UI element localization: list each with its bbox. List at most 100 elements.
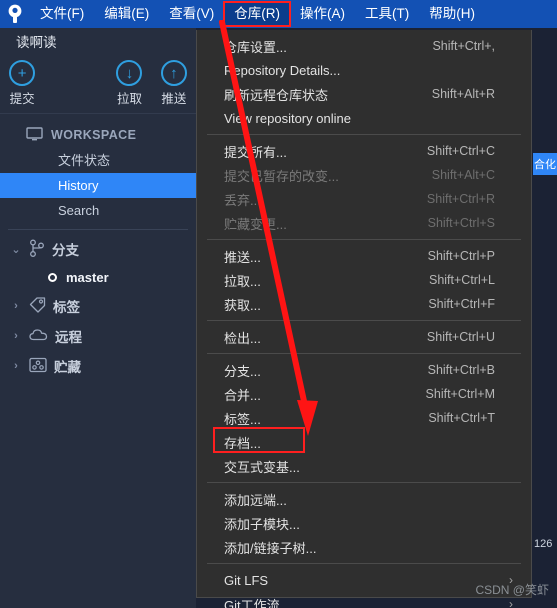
background-label-partial-2: 126	[534, 538, 553, 550]
menubar-item-edit[interactable]: 编辑(E)	[95, 3, 158, 25]
sourcetree-logo-icon	[0, 0, 30, 28]
menu-separator	[207, 239, 521, 240]
menu-item-merge[interactable]: 合并... Shift+Ctrl+M	[197, 382, 531, 406]
menu-item-discard: 丢弃... Shift+Ctrl+R	[197, 187, 531, 211]
menu-item-stash-changes: 贮藏变更... Shift+Ctrl+S	[197, 211, 531, 235]
menu-item-label: 提交已暂存的改变...	[224, 168, 339, 184]
commit-button-label: 提交	[9, 92, 35, 106]
chevron-down-icon[interactable]: ⌄	[10, 243, 22, 256]
menu-item-label: 标签...	[224, 411, 261, 427]
menu-item-pull[interactable]: 拉取... Shift+Ctrl+L	[197, 268, 531, 292]
menu-item-shortcut: Shift+Ctrl+P	[427, 249, 495, 263]
sidebar-tree-stashes-label: 贮藏	[54, 360, 81, 375]
sidebar-branch-master[interactable]: master	[0, 264, 196, 291]
menu-item-branch[interactable]: 分支... Shift+Ctrl+B	[197, 358, 531, 382]
menu-item-label: 贮藏变更...	[224, 216, 287, 232]
menu-item-shortcut: Shift+Ctrl+U	[426, 330, 495, 344]
cloud-icon	[29, 328, 48, 345]
sidebar-tree-tags-label: 标签	[53, 300, 80, 315]
push-button[interactable]: ↑ 推送	[152, 60, 196, 107]
menubar-item-help[interactable]: 帮助(H)	[420, 3, 484, 25]
menu-item-label: 拉取...	[224, 273, 261, 289]
pull-button[interactable]: ↓ 拉取	[107, 60, 151, 107]
menubar-item-repository[interactable]: 仓库(R)	[225, 3, 289, 25]
menu-item-interactive-rebase[interactable]: 交互式变基...	[197, 454, 531, 478]
repository-title: 读啊读	[0, 28, 196, 58]
current-branch-dot-icon	[48, 273, 57, 282]
menu-item-label: Repository Details...	[224, 62, 341, 78]
sidebar-item-search[interactable]: Search	[0, 198, 196, 223]
menu-item-repository-details[interactable]: Repository Details...	[197, 58, 531, 82]
menu-item-label: 仓库设置...	[224, 39, 287, 55]
menu-item-label: View repository online	[224, 110, 351, 126]
menu-separator	[207, 482, 521, 483]
menu-separator	[207, 320, 521, 321]
menu-item-label: Git工作流	[224, 597, 280, 608]
menu-item-label: Git LFS	[224, 572, 269, 588]
menu-item-push[interactable]: 推送... Shift+Ctrl+P	[197, 244, 531, 268]
menu-item-view-repository-online[interactable]: View repository online	[197, 106, 531, 130]
menu-bar: 文件(F) 编辑(E) 查看(V) 仓库(R) 操作(A) 工具(T) 帮助(H…	[0, 0, 557, 28]
stash-icon	[29, 357, 47, 376]
commit-button[interactable]: + 提交	[0, 60, 44, 107]
push-button-label: 推送	[161, 92, 187, 106]
sidebar-section-workspace[interactable]: WORKSPACE	[0, 122, 196, 148]
menu-item-label: 添加远端...	[224, 492, 287, 508]
sidebar-tree-branches-label: 分支	[52, 243, 79, 258]
menu-item-add-remote[interactable]: 添加远端...	[197, 487, 531, 511]
menu-item-add-link-subtree[interactable]: 添加/链接子树...	[197, 535, 531, 559]
menu-item-label: 提交所有...	[224, 144, 287, 160]
menu-item-label: 添加子模块...	[224, 516, 300, 532]
sidebar-tree-tags[interactable]: › 标签	[0, 291, 196, 321]
menu-separator	[207, 353, 521, 354]
menu-item-shortcut: Shift+Alt+C	[431, 168, 495, 182]
menu-item-shortcut: Shift+Ctrl+M	[425, 387, 495, 401]
menu-item-shortcut: Shift+Ctrl+T	[428, 411, 495, 425]
menu-item-label: 检出...	[224, 330, 261, 346]
menu-item-shortcut: Shift+Ctrl+R	[426, 192, 495, 206]
chevron-right-icon: ›	[509, 597, 513, 608]
arrow-down-circle-icon: ↓	[116, 60, 143, 86]
menubar-item-tools[interactable]: 工具(T)	[356, 3, 418, 25]
chevron-right-icon[interactable]: ›	[10, 360, 22, 372]
menubar-item-view[interactable]: 查看(V)	[160, 3, 223, 25]
sidebar-section-workspace-label: WORKSPACE	[51, 128, 137, 142]
sidebar-tree-stashes[interactable]: › 贮藏	[0, 351, 196, 381]
menu-item-refresh-remote-status[interactable]: 刷新远程仓库状态 Shift+Alt+R	[197, 82, 531, 106]
repository-dropdown-menu: 仓库设置... Shift+Ctrl+, Repository Details.…	[196, 30, 532, 608]
menu-item-shortcut: Shift+Ctrl+C	[426, 144, 495, 158]
sidebar-item-file-status[interactable]: 文件状态	[0, 148, 196, 173]
chevron-right-icon[interactable]: ›	[10, 330, 22, 342]
pull-button-label: 拉取	[116, 92, 142, 106]
menu-item-fetch[interactable]: 获取... Shift+Ctrl+F	[197, 292, 531, 316]
left-sidebar: 读啊读 + 提交 ↓ 拉取 ↑ 推送 WORKSPACE 文件状态 Histor…	[0, 28, 196, 608]
menu-item-shortcut: Shift+Ctrl+B	[427, 363, 495, 377]
menu-item-shortcut: Shift+Ctrl+L	[428, 273, 495, 287]
sidebar-tree-remotes[interactable]: › 远程	[0, 321, 196, 351]
menu-item-label: 存档...	[224, 435, 261, 451]
sidebar-item-history[interactable]: History	[0, 173, 196, 198]
menu-item-label: 推送...	[224, 249, 261, 265]
menu-item-repository-settings[interactable]: 仓库设置... Shift+Ctrl+,	[197, 34, 531, 58]
branch-icon	[29, 239, 45, 260]
chevron-right-icon[interactable]: ›	[10, 300, 22, 312]
watermark: CSDN @笑虾	[475, 583, 549, 597]
menu-item-add-submodule[interactable]: 添加子模块...	[197, 511, 531, 535]
menu-item-label: 交互式变基...	[224, 459, 300, 475]
menu-item-shortcut: Shift+Ctrl+,	[432, 39, 495, 53]
menubar-item-file[interactable]: 文件(F)	[31, 3, 93, 25]
menu-item-label: 添加/链接子树...	[224, 540, 317, 556]
menu-item-commit-all[interactable]: 提交所有... Shift+Ctrl+C	[197, 139, 531, 163]
menu-item-archive[interactable]: 存档...	[197, 430, 531, 454]
arrow-up-circle-icon: ↑	[160, 60, 187, 86]
menu-item-tag[interactable]: 标签... Shift+Ctrl+T	[197, 406, 531, 430]
menu-item-commit-staged: 提交已暂存的改变... Shift+Alt+C	[197, 163, 531, 187]
menu-item-checkout[interactable]: 检出... Shift+Ctrl+U	[197, 325, 531, 349]
menubar-item-actions[interactable]: 操作(A)	[291, 3, 354, 25]
menu-separator	[207, 134, 521, 135]
menu-item-shortcut: Shift+Ctrl+S	[427, 216, 495, 230]
tag-icon	[29, 296, 46, 316]
sidebar-divider	[8, 229, 188, 230]
sidebar-tree-branches[interactable]: ⌄ 分支	[0, 234, 196, 264]
menu-item-label: 分支...	[224, 363, 261, 379]
